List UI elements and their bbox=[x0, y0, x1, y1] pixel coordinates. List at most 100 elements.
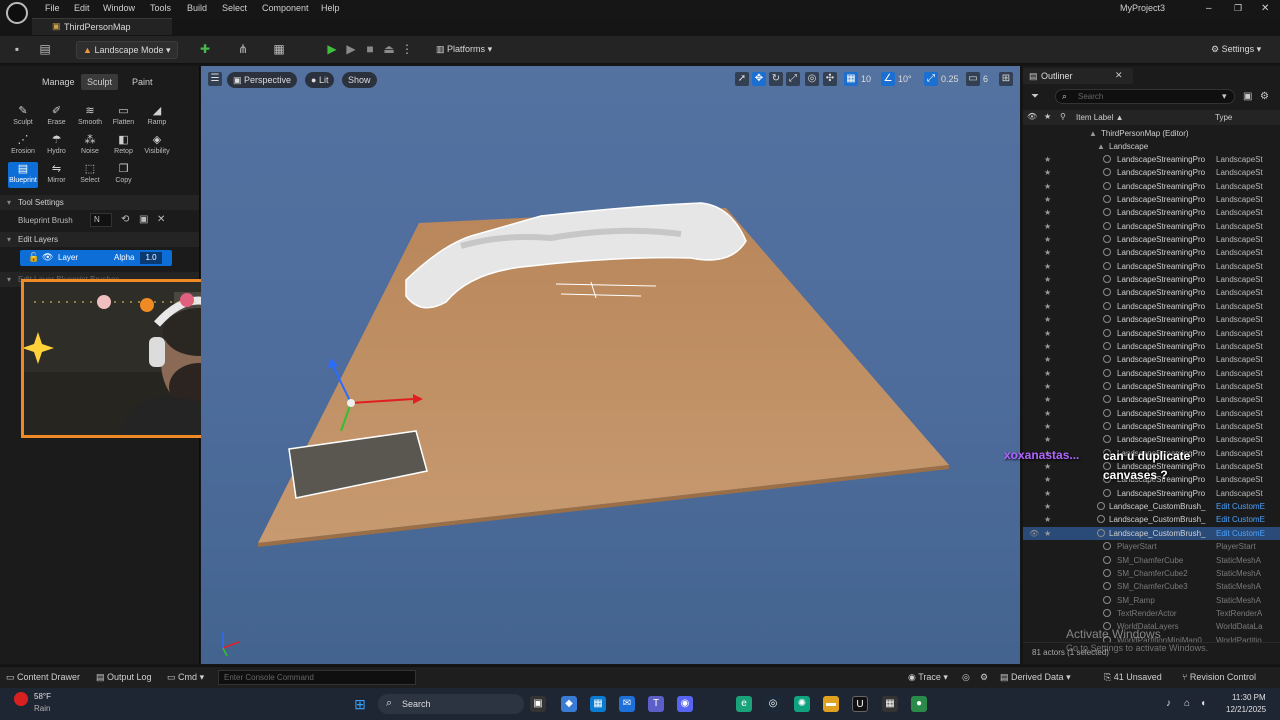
tool-smooth[interactable]: ≋ Smooth bbox=[75, 104, 105, 130]
eye-icon[interactable]: 👁 bbox=[1029, 527, 1039, 540]
tool-copy[interactable]: ❐ Copy bbox=[109, 162, 139, 188]
gear-icon[interactable]: ⚙ bbox=[1260, 91, 1269, 102]
actor-row[interactable]: SM_ChamferCube StaticMeshA bbox=[1023, 554, 1280, 567]
save-icon[interactable]: ▪ bbox=[10, 42, 24, 56]
tool-visibility[interactable]: ◈ Visibility bbox=[142, 133, 172, 159]
outliner-search[interactable]: ⌕ Search ▾ bbox=[1055, 89, 1235, 104]
rotation-snap-icon[interactable]: ∠ bbox=[881, 72, 895, 86]
layer-row[interactable]: 🔓 👁 Layer Alpha 1.0 bbox=[20, 250, 172, 266]
streaming-proxy-row[interactable]: ★ LandscapeStreamingPro LandscapeSt bbox=[1023, 407, 1280, 420]
streaming-proxy-row[interactable]: ★ LandscapeStreamingPro LandscapeSt bbox=[1023, 286, 1280, 299]
tool-sculpt[interactable]: ✎ Sculpt bbox=[8, 104, 38, 130]
actor-row[interactable]: SM_ChamferCube2 StaticMeshA bbox=[1023, 567, 1280, 580]
filter-icon[interactable]: ⏷ bbox=[1031, 91, 1039, 102]
file-explorer-icon[interactable]: ▬ bbox=[823, 696, 839, 712]
rotation-snap-value[interactable]: 10° bbox=[898, 74, 912, 84]
star-icon[interactable]: ★ bbox=[1044, 193, 1051, 206]
tool-blueprint[interactable]: ▤ Blueprint bbox=[8, 162, 38, 188]
actor-row[interactable]: PlayerStart PlayerStart bbox=[1023, 540, 1280, 553]
scale-icon[interactable]: ⤢ bbox=[786, 72, 800, 86]
tool-erase[interactable]: ✐ Erase bbox=[42, 104, 72, 130]
type-column[interactable]: Type bbox=[1215, 113, 1232, 122]
row-type[interactable]: Edit CustomE bbox=[1216, 527, 1278, 540]
maximize-icon[interactable]: ❐ bbox=[1234, 3, 1242, 14]
star-icon[interactable]: ★ bbox=[1044, 473, 1051, 486]
menu-component[interactable]: Component bbox=[262, 3, 309, 13]
tool-erosion[interactable]: ⋰ Erosion bbox=[8, 133, 38, 159]
star-icon[interactable]: ★ bbox=[1044, 340, 1051, 353]
menu-build[interactable]: Build bbox=[187, 3, 207, 13]
row-type[interactable]: Edit CustomE bbox=[1216, 500, 1278, 513]
tab-sculpt[interactable]: Sculpt bbox=[81, 74, 119, 90]
streaming-proxy-row[interactable]: ★ LandscapeStreamingPro LandscapeSt bbox=[1023, 353, 1280, 366]
streaming-proxy-row[interactable]: ★ LandscapeStreamingPro LandscapeSt bbox=[1023, 433, 1280, 446]
star-icon[interactable]: ★ bbox=[1044, 206, 1051, 219]
star-icon[interactable]: ★ bbox=[1044, 180, 1051, 193]
use-selected-icon[interactable]: ▣ bbox=[139, 214, 148, 225]
world-local-icon[interactable]: ◎ bbox=[805, 72, 819, 86]
tab-manage[interactable]: Manage bbox=[36, 74, 81, 90]
edge-icon[interactable]: e bbox=[736, 696, 752, 712]
weather-icon[interactable] bbox=[14, 692, 28, 706]
blueprint-brush-dropdown[interactable]: N bbox=[90, 213, 112, 227]
star-icon[interactable]: ★ bbox=[1044, 407, 1051, 420]
actor-row[interactable]: TextRenderActor TextRenderA bbox=[1023, 607, 1280, 620]
star-icon[interactable]: ★ bbox=[1044, 433, 1051, 446]
streaming-proxy-row[interactable]: ★ LandscapeStreamingPro LandscapeSt bbox=[1023, 313, 1280, 326]
add-folder-icon[interactable]: ▣ bbox=[1243, 91, 1252, 102]
tool-hydro[interactable]: ☂ Hydro bbox=[42, 133, 72, 159]
scale-snap-value[interactable]: 0.25 bbox=[941, 74, 959, 84]
taskbar-search[interactable]: ⌕ Search bbox=[378, 694, 524, 714]
tool-retop[interactable]: ◧ Retop bbox=[109, 133, 139, 159]
streaming-proxy-row[interactable]: ★ LandscapeStreamingPro LandscapeSt bbox=[1023, 220, 1280, 233]
output-log-button[interactable]: ▤ Output Log bbox=[96, 672, 152, 683]
hub-icon[interactable]: ⚙ bbox=[980, 672, 988, 683]
weather-desc[interactable]: Rain bbox=[34, 704, 50, 713]
grid-snap-icon[interactable]: ▦ bbox=[844, 72, 858, 86]
menu-select[interactable]: Select bbox=[222, 3, 247, 13]
tool-ramp[interactable]: ◢ Ramp bbox=[142, 104, 172, 130]
tool-flatten[interactable]: ▭ Flatten bbox=[109, 104, 139, 130]
streaming-proxy-row[interactable]: ★ LandscapeStreamingPro LandscapeSt bbox=[1023, 340, 1280, 353]
custom-brush-row[interactable]: ★ Landscape_CustomBrush_ Edit CustomE bbox=[1023, 513, 1280, 526]
select-mode-icon[interactable]: ➚ bbox=[735, 72, 749, 86]
layout-icon[interactable]: ⊞ bbox=[999, 72, 1013, 86]
browse-icon[interactable]: ⟲ bbox=[121, 214, 129, 225]
streaming-proxy-row[interactable]: ★ LandscapeStreamingPro LandscapeSt bbox=[1023, 166, 1280, 179]
tool-select[interactable]: ⬚ Select bbox=[75, 162, 105, 188]
star-icon[interactable]: ★ bbox=[1044, 513, 1051, 526]
add-actor-icon[interactable]: ✚ bbox=[198, 42, 212, 56]
viewport-menu-icon[interactable]: ☰ bbox=[208, 72, 222, 86]
item-label-column[interactable]: Item Label ▲ bbox=[1076, 113, 1124, 122]
streaming-proxy-row[interactable]: ★ LandscapeStreamingPro LandscapeSt bbox=[1023, 380, 1280, 393]
edit-layers-header[interactable]: Edit Layers bbox=[0, 232, 199, 247]
close-tab-icon[interactable]: ✕ bbox=[1115, 70, 1123, 81]
content-drawer-button[interactable]: ▭ Content Drawer bbox=[6, 672, 80, 683]
mic-icon[interactable]: ♪ bbox=[1166, 698, 1171, 709]
clear-icon[interactable]: ✕ bbox=[157, 214, 165, 225]
task-view-icon[interactable]: ▣ bbox=[530, 696, 546, 712]
tree-root[interactable]: ▲ ThirdPersonMap (Editor) bbox=[1023, 127, 1280, 140]
more-options-icon[interactable]: ⋮ bbox=[400, 42, 414, 56]
close-icon[interactable]: ✕ bbox=[1261, 3, 1269, 14]
mode-dropdown[interactable]: ▲ Landscape Mode ▾ bbox=[76, 41, 178, 59]
platforms-dropdown[interactable]: ▥ Platforms ▾ bbox=[430, 41, 502, 59]
level-viewport[interactable]: ☰ ▣ Perspective ● Lit Show ➚ ✥ ↻ ⤢ ◎ ✣ ▦… bbox=[201, 66, 1020, 664]
eye-icon[interactable]: 👁 bbox=[42, 252, 53, 263]
revision-control-button[interactable]: ⑂ Revision Control bbox=[1182, 672, 1256, 682]
play-icon[interactable]: ▶ bbox=[325, 42, 339, 56]
streaming-proxy-row[interactable]: ★ LandscapeStreamingPro LandscapeSt bbox=[1023, 233, 1280, 246]
cinematics-icon[interactable]: ▦ bbox=[272, 42, 286, 56]
show-button[interactable]: Show bbox=[342, 72, 377, 88]
custom-brush-row[interactable]: ★ Landscape_CustomBrush_ Edit CustomE bbox=[1023, 500, 1280, 513]
windows-start-icon[interactable]: ⊞ bbox=[352, 696, 368, 712]
tree-folder-landscape[interactable]: ▲ Landscape bbox=[1023, 140, 1280, 153]
streaming-proxy-row[interactable]: ★ LandscapeStreamingPro LandscapeSt bbox=[1023, 246, 1280, 259]
unreal-taskbar-icon[interactable]: U bbox=[852, 696, 868, 712]
landscape-scene[interactable] bbox=[201, 66, 1020, 664]
record-icon[interactable]: ◎ bbox=[962, 672, 970, 683]
star-icon[interactable]: ★ bbox=[1044, 380, 1051, 393]
star-icon[interactable]: ★ bbox=[1044, 220, 1051, 233]
steam-icon[interactable]: ◎ bbox=[765, 696, 781, 712]
blueprint-menu-icon[interactable]: ⋔ bbox=[236, 42, 250, 56]
